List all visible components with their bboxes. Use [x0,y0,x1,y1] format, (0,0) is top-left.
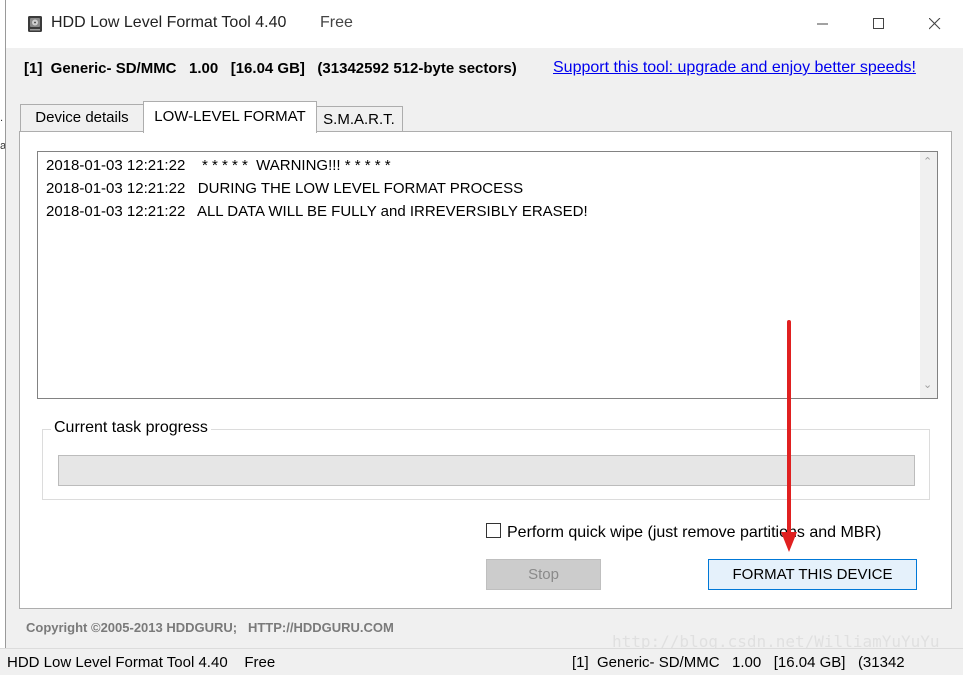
format-device-button[interactable]: FORMAT THIS DEVICE [708,559,917,590]
maximize-icon [873,18,884,29]
device-info-bar: [1] Generic- SD/MMC 1.00 [16.04 GB] (313… [6,48,963,92]
scroll-up-icon[interactable]: ⌃ [923,155,932,168]
support-link[interactable]: Support this tool: upgrade and enjoy bet… [553,59,916,77]
app-window: HDD Low Level Format Tool 4.40 Free [1] … [5,0,963,648]
scroll-down-icon[interactable]: ⌄ [923,378,932,391]
minimize-icon [817,23,828,25]
status-right-text: [1] Generic- SD/MMC 1.00 [16.04 GB] (313… [572,654,905,671]
window-edition: Free [320,14,353,31]
progress-label: Current task progress [51,419,211,437]
window-title: HDD Low Level Format Tool 4.40 [51,14,287,31]
annotation-arrow [781,320,797,552]
low-level-format-panel: 2018-01-03 12:21:22 * * * * * WARNING!!!… [19,131,952,609]
log-scrollbar[interactable]: ⌃ ⌄ [920,152,937,398]
log-listbox[interactable]: 2018-01-03 12:21:22 * * * * * WARNING!!!… [37,151,938,399]
title-bar[interactable]: HDD Low Level Format Tool 4.40 Free [6,0,963,48]
quick-wipe-option[interactable]: Perform quick wipe (just remove partitio… [486,523,881,542]
stop-button[interactable]: Stop [486,559,601,590]
copyright-text: Copyright ©2005-2013 HDDGURU; HTTP://HDD… [26,620,394,635]
log-line: 2018-01-03 12:21:22 * * * * * WARNING!!!… [46,157,391,174]
hdd-icon [28,16,42,32]
close-icon [929,18,941,30]
tab-low-level-format[interactable]: LOW-LEVEL FORMAT [143,101,317,133]
quick-wipe-checkbox[interactable] [486,523,501,538]
tab-smart[interactable]: S.M.A.R.T. [315,106,403,132]
log-line: 2018-01-03 12:21:22 DURING THE LOW LEVEL… [46,180,524,197]
device-info-text: [1] Generic- SD/MMC 1.00 [16.04 GB] (313… [24,60,517,77]
maximize-button[interactable] [857,0,903,48]
minimize-button[interactable] [801,0,847,48]
status-bar: HDD Low Level Format Tool 4.40 Free [1] … [0,648,963,675]
quick-wipe-label: Perform quick wipe (just remove partitio… [507,524,882,541]
tab-device-details[interactable]: Device details [20,104,144,131]
log-line: 2018-01-03 12:21:22 ALL DATA WILL BE FUL… [46,203,588,220]
status-left-text: HDD Low Level Format Tool 4.40 Free [7,654,276,671]
close-button[interactable] [913,0,959,48]
